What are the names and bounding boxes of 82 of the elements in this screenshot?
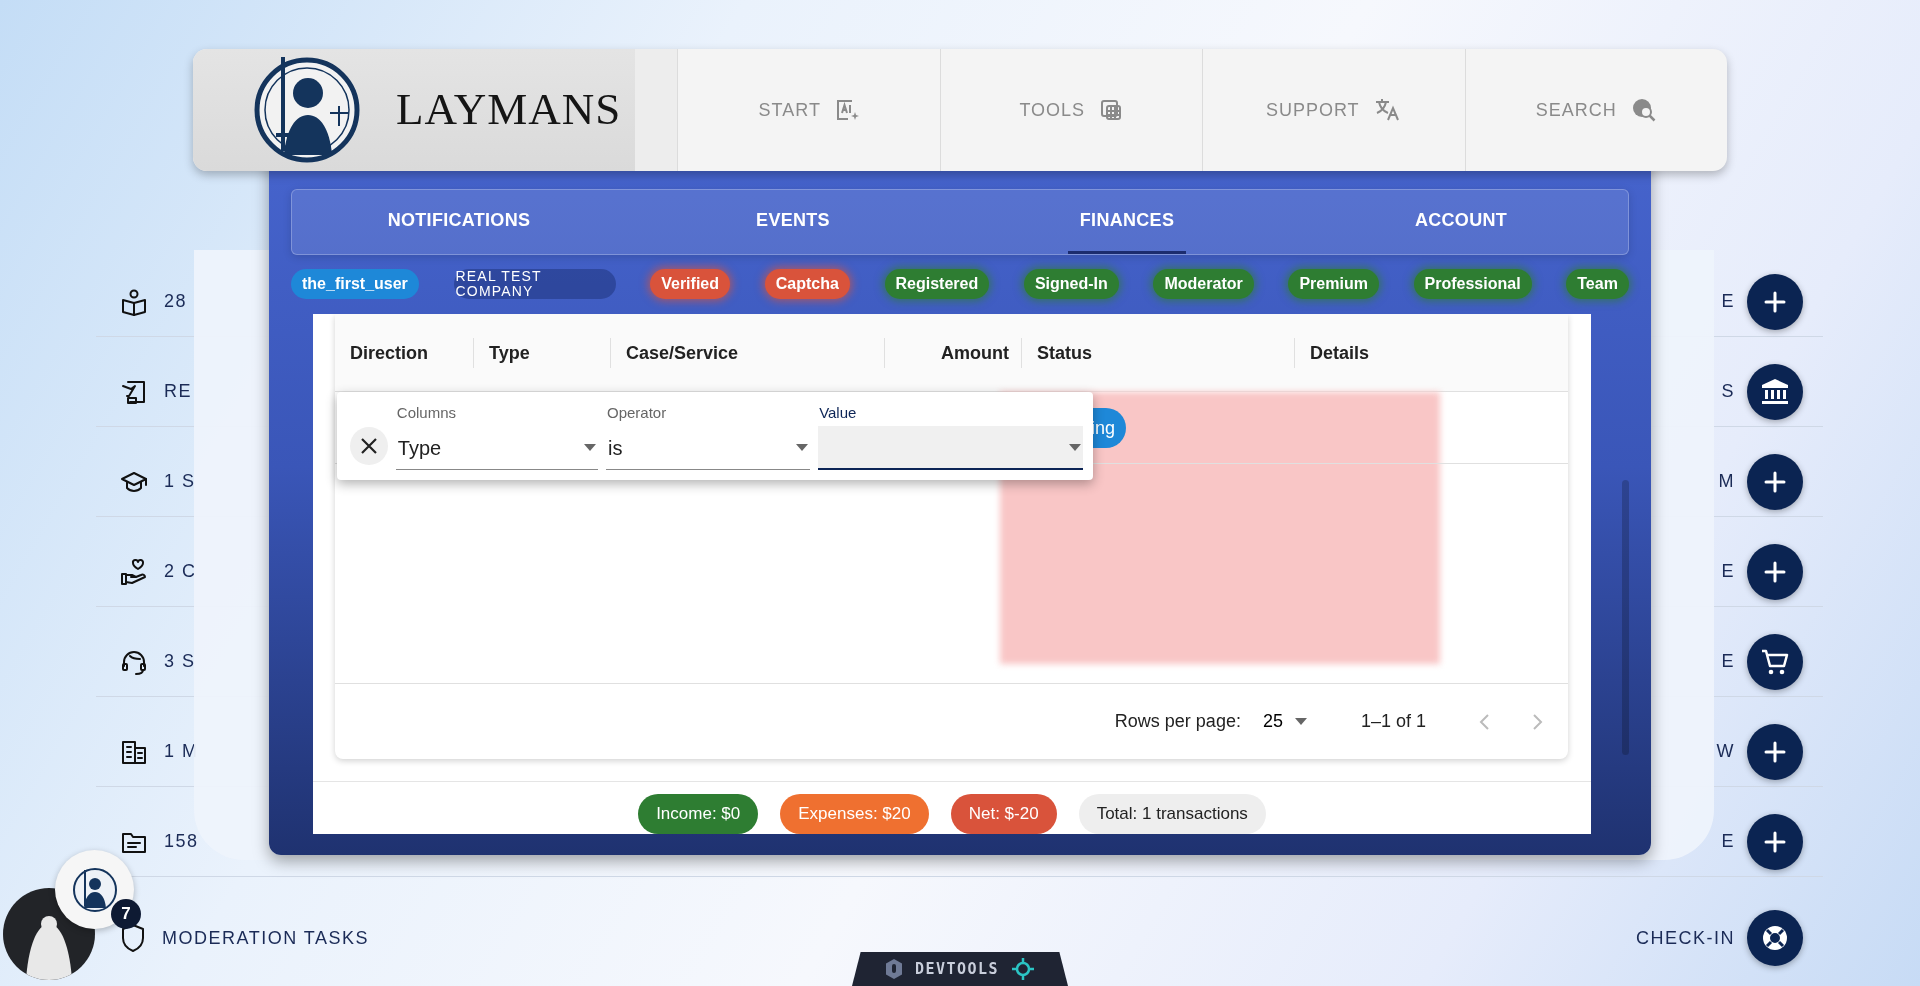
list-item-value: W	[1716, 740, 1735, 763]
column-header[interactable]: Direction	[335, 337, 473, 368]
role-chip: Captcha	[764, 269, 850, 299]
role-chip: Team	[1566, 269, 1629, 299]
tab[interactable]: FINANCES	[1067, 207, 1187, 254]
list-item-value: E	[1721, 290, 1735, 313]
add-button[interactable]	[1747, 273, 1803, 330]
logo-icon	[70, 865, 119, 914]
list-item-value: M	[1718, 470, 1735, 493]
reader-icon	[120, 287, 148, 316]
column-header[interactable]: Status	[1021, 337, 1294, 368]
tab[interactable]: EVENTS	[744, 207, 842, 254]
caret-icon	[1294, 718, 1307, 725]
rows-per-page-select[interactable]: 25	[1258, 704, 1311, 739]
logo-area[interactable]: LAYMANS	[193, 49, 635, 171]
close-button[interactable]	[350, 427, 388, 465]
tab[interactable]: ACCOUNT	[1402, 207, 1520, 254]
rows-per-page-label: Rows per page:	[1114, 710, 1241, 733]
bank-button[interactable]	[1747, 363, 1803, 420]
column-header[interactable]: Amount	[884, 337, 1021, 368]
page-range: 1–1 of 1	[1360, 710, 1426, 733]
column-header[interactable]: Case/Service	[610, 337, 884, 368]
list-item-label: 3 S	[164, 650, 196, 673]
role-chip: Professional	[1413, 269, 1532, 299]
list-item-value: S	[1721, 380, 1735, 403]
list-item-label: 1 M	[164, 740, 199, 763]
list-item-label: RE	[164, 380, 192, 403]
list-item-label: 1 S	[164, 470, 196, 493]
lifebuoy-icon	[1760, 923, 1790, 953]
brand-name: LAYMANS	[396, 83, 622, 137]
devtools-tab[interactable]: DEVTOOLS	[852, 952, 1068, 986]
select-field[interactable]: Operator is	[606, 404, 811, 470]
plus-icon	[1763, 739, 1787, 764]
search-icon	[1630, 97, 1657, 123]
list-item-value: E	[1721, 830, 1735, 853]
chevron-left-icon	[1478, 712, 1490, 731]
list-item-label: 158	[164, 830, 199, 853]
list-item-label: 28	[164, 290, 188, 313]
add-button[interactable]	[1747, 453, 1803, 510]
moderation-tasks-link[interactable]: MODERATION TASKS	[162, 924, 370, 952]
company-chip: REAL TEST COMPANY	[453, 269, 616, 299]
tab[interactable]: NOTIFICATIONS	[375, 207, 543, 254]
column-header[interactable]: Type	[473, 337, 610, 368]
summary-chip: Expenses: $20	[780, 794, 929, 834]
plus-icon	[1763, 469, 1787, 494]
role-chip: Premium	[1288, 269, 1379, 299]
plus-icon	[1763, 559, 1787, 584]
cart-button[interactable]	[1747, 633, 1803, 690]
caret-icon	[584, 444, 596, 451]
plus-icon	[1763, 289, 1787, 314]
add-button[interactable]	[1747, 543, 1803, 600]
list-item-label: 2 C	[164, 560, 197, 583]
add-button[interactable]	[1747, 723, 1803, 780]
ai-icon	[834, 98, 859, 122]
summary-chip: Net: $-20	[950, 794, 1057, 834]
caret-icon	[796, 444, 809, 451]
user-chip: the_first_user	[291, 269, 419, 299]
translate-icon	[1373, 98, 1402, 122]
list-item-value: E	[1721, 650, 1735, 673]
notification-badge: 7	[111, 899, 141, 929]
hand-heart-icon	[120, 557, 148, 586]
add-button[interactable]	[1747, 813, 1803, 870]
calculator-icon	[1099, 98, 1124, 122]
role-chip: Signed-In	[1023, 269, 1119, 299]
select-field[interactable]: Columns Type	[395, 404, 598, 470]
chevron-right-icon	[1532, 712, 1544, 731]
caret-icon	[1069, 443, 1081, 451]
check-in-button[interactable]	[1747, 910, 1803, 966]
role-chip: Verified	[650, 269, 730, 299]
summary-chip: Income: $0	[638, 794, 759, 834]
crosshair-icon	[1011, 957, 1036, 981]
column-header[interactable]: Details	[1294, 337, 1568, 368]
bank-icon	[1760, 376, 1790, 407]
role-chip: Moderator	[1153, 269, 1254, 299]
shield-icon	[120, 923, 146, 953]
role-chip: Registered	[884, 269, 990, 299]
list-item-value: E	[1721, 560, 1735, 583]
scrollbar[interactable]	[1622, 480, 1629, 755]
close-icon	[359, 437, 378, 455]
check-in-label: CHECK-IN	[1636, 926, 1735, 950]
plus-icon	[1763, 829, 1787, 854]
summary-chip: Total: 1 transactions	[1078, 794, 1266, 834]
